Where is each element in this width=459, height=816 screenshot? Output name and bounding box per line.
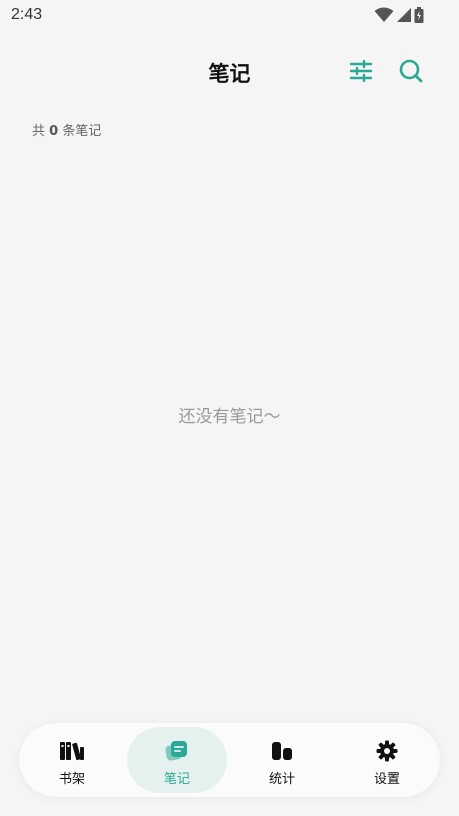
sliders-icon [349, 60, 373, 82]
battery-icon [414, 7, 424, 23]
stats-icon [272, 742, 292, 760]
nav-item-bookshelf[interactable]: 书架 [22, 723, 122, 797]
nav-item-settings[interactable]: 设置 [337, 723, 437, 797]
count-prefix: 共 [32, 124, 46, 139]
page-title: 笔记 [208, 62, 251, 86]
nav-label-bookshelf: 书架 [58, 772, 85, 787]
settings-gear-icon [376, 740, 398, 762]
status-icons [374, 7, 424, 23]
filter-button[interactable] [346, 56, 376, 86]
books-icon [60, 742, 84, 761]
nav-item-stats[interactable]: 统计 [232, 723, 332, 797]
status-time: 2:43 [11, 6, 43, 23]
app-header: 笔记 [0, 50, 459, 94]
notes-count: 0 [49, 124, 59, 139]
search-button[interactable] [396, 56, 426, 86]
count-suffix: 条笔记 [62, 124, 102, 139]
search-icon [399, 59, 423, 83]
signal-icon [397, 8, 411, 22]
bottom-navigation: 书架 笔记 统计 设置 [19, 723, 440, 797]
nav-label-stats: 统计 [268, 772, 295, 787]
status-bar: 2:43 [0, 0, 459, 32]
notes-count-summary: 共 0 条笔记 [32, 120, 101, 139]
empty-state-text: 还没有笔记～ [178, 407, 281, 427]
notes-icon [165, 741, 187, 761]
nav-item-notes[interactable]: 笔记 [127, 723, 227, 797]
nav-label-notes: 笔记 [163, 772, 190, 787]
wifi-icon [374, 7, 394, 22]
nav-label-settings: 设置 [373, 772, 400, 787]
